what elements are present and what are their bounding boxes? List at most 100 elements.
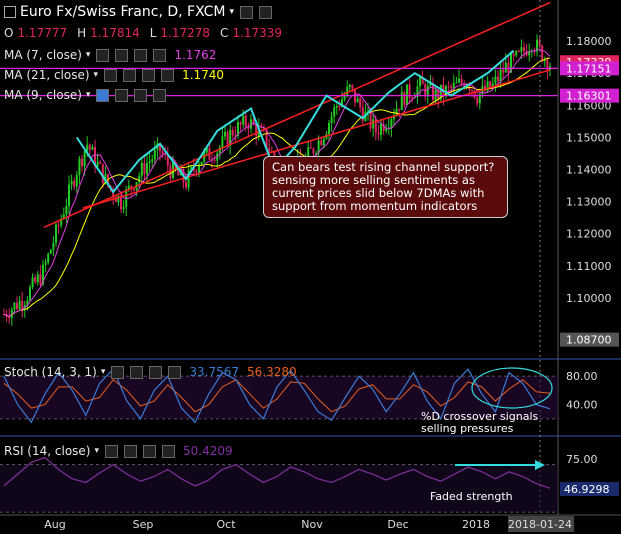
candle-body — [13, 302, 16, 310]
indicator-ma7[interactable]: MA (7, close) ▾ 1.1762 — [4, 48, 216, 62]
candle-body — [523, 47, 525, 52]
open-label: O — [4, 26, 14, 40]
add-icon[interactable] — [142, 68, 156, 82]
chevron-down-icon[interactable]: ▾ — [94, 446, 99, 456]
settings-icon[interactable] — [115, 88, 129, 102]
chart-title[interactable]: Euro Fx/Swiss Franc, D, FXCM — [20, 4, 226, 20]
candle-body — [343, 95, 346, 100]
candle-body — [36, 274, 39, 283]
candle-body — [372, 119, 375, 129]
rsi-header[interactable]: RSI (14, close) ▾ 50.4209 — [4, 444, 233, 458]
candle-body — [458, 78, 460, 83]
rsi-value-label: 46.9298 — [564, 483, 610, 496]
candle-body — [75, 174, 78, 187]
candle-body — [400, 92, 403, 111]
add-icon[interactable] — [149, 365, 163, 379]
candle-body — [21, 300, 24, 309]
candle-body — [390, 119, 393, 128]
candle-body — [403, 92, 406, 105]
eye-icon[interactable] — [111, 365, 125, 379]
candle-body — [320, 140, 323, 146]
candle-body — [99, 161, 102, 164]
close-icon[interactable] — [153, 48, 167, 62]
stoch-note-line2: selling pressures — [421, 422, 514, 435]
close-icon[interactable] — [162, 444, 176, 458]
close-icon[interactable] — [168, 365, 182, 379]
eye-icon[interactable] — [105, 444, 119, 458]
time-tick-label: Aug — [44, 518, 65, 531]
candle-body — [143, 162, 146, 175]
candle-body — [73, 180, 76, 187]
candle-body — [200, 161, 203, 165]
candle-body — [499, 69, 502, 82]
rsi-value: 50.4209 — [183, 444, 233, 458]
candle-body — [517, 50, 520, 52]
low-label: L — [149, 26, 157, 40]
rsi-tick-label: 75.00 — [566, 453, 598, 466]
settings-icon[interactable] — [123, 68, 137, 82]
ma7-label[interactable]: MA (7, close) — [4, 48, 82, 62]
candle-body — [140, 162, 143, 176]
symbol-icon[interactable] — [4, 6, 16, 18]
stoch-tick-label: 80.00 — [566, 370, 598, 383]
settings-icon[interactable] — [124, 444, 138, 458]
candle-body — [81, 158, 83, 167]
candle-body — [39, 274, 42, 284]
chevron-down-icon[interactable]: ▾ — [101, 367, 106, 377]
stoch-label[interactable]: Stoch (14, 3, 1) — [4, 365, 97, 379]
stoch-header[interactable]: Stoch (14, 3, 1) ▾ 33.7567 56.3280 — [4, 365, 297, 379]
candle-body — [195, 170, 198, 173]
candle-body — [47, 253, 50, 263]
candle-body — [244, 115, 247, 127]
settings-icon[interactable] — [130, 365, 144, 379]
candle-body — [471, 89, 473, 91]
ma9-label[interactable]: MA (9, close) — [4, 88, 82, 102]
candle-body — [148, 161, 151, 164]
candle-body — [44, 262, 47, 265]
rsi-label[interactable]: RSI (14, close) — [4, 444, 90, 458]
indicator-ma21[interactable]: MA (21, close) ▾ 1.1740 — [4, 68, 224, 82]
time-tick-label: Dec — [387, 518, 408, 531]
candle-body — [31, 277, 34, 288]
candle-body — [494, 76, 497, 84]
price-tick-label: 1.10000 — [566, 292, 612, 305]
candle-body — [65, 206, 68, 215]
candle-body — [351, 84, 354, 89]
chevron-down-icon[interactable]: ▾ — [230, 7, 235, 17]
ma21-label[interactable]: MA (21, close) — [4, 68, 90, 82]
chevron-down-icon[interactable]: ▾ — [86, 90, 91, 100]
candle-body — [221, 136, 224, 148]
settings-icon[interactable] — [115, 48, 129, 62]
candle-body — [88, 144, 91, 150]
candle-body — [335, 105, 338, 108]
close-icon[interactable] — [153, 88, 167, 102]
candle-body — [504, 62, 507, 73]
close-icon[interactable] — [161, 68, 175, 82]
candle-body — [450, 86, 453, 89]
candle-body — [224, 131, 226, 137]
candle-body — [460, 78, 463, 84]
time-tick-label: 2018-01-24 — [508, 518, 572, 531]
chevron-down-icon[interactable]: ▾ — [86, 50, 91, 60]
candle-body — [16, 302, 18, 310]
add-icon[interactable] — [143, 444, 157, 458]
add-icon[interactable] — [134, 48, 148, 62]
eye-icon[interactable] — [104, 68, 118, 82]
settings-icon[interactable] — [240, 5, 254, 19]
candle-body — [68, 184, 70, 207]
chevron-down-icon[interactable]: ▾ — [94, 70, 99, 80]
candle-body — [512, 53, 515, 56]
candle-body — [151, 159, 154, 162]
high-value: 1.17814 — [90, 26, 140, 40]
time-tick-label: Nov — [301, 518, 323, 531]
low-value: 1.17278 — [160, 26, 211, 40]
candle-body — [328, 123, 330, 135]
candle-body — [213, 160, 216, 162]
eye-icon[interactable] — [96, 48, 110, 62]
indicator-ma9[interactable]: MA (9, close) ▾ — [4, 88, 167, 102]
close-value: 1.17339 — [232, 26, 283, 40]
add-icon[interactable] — [134, 88, 148, 102]
eye-icon[interactable] — [96, 88, 110, 102]
eye-icon[interactable] — [259, 5, 273, 19]
candle-body — [55, 224, 57, 243]
